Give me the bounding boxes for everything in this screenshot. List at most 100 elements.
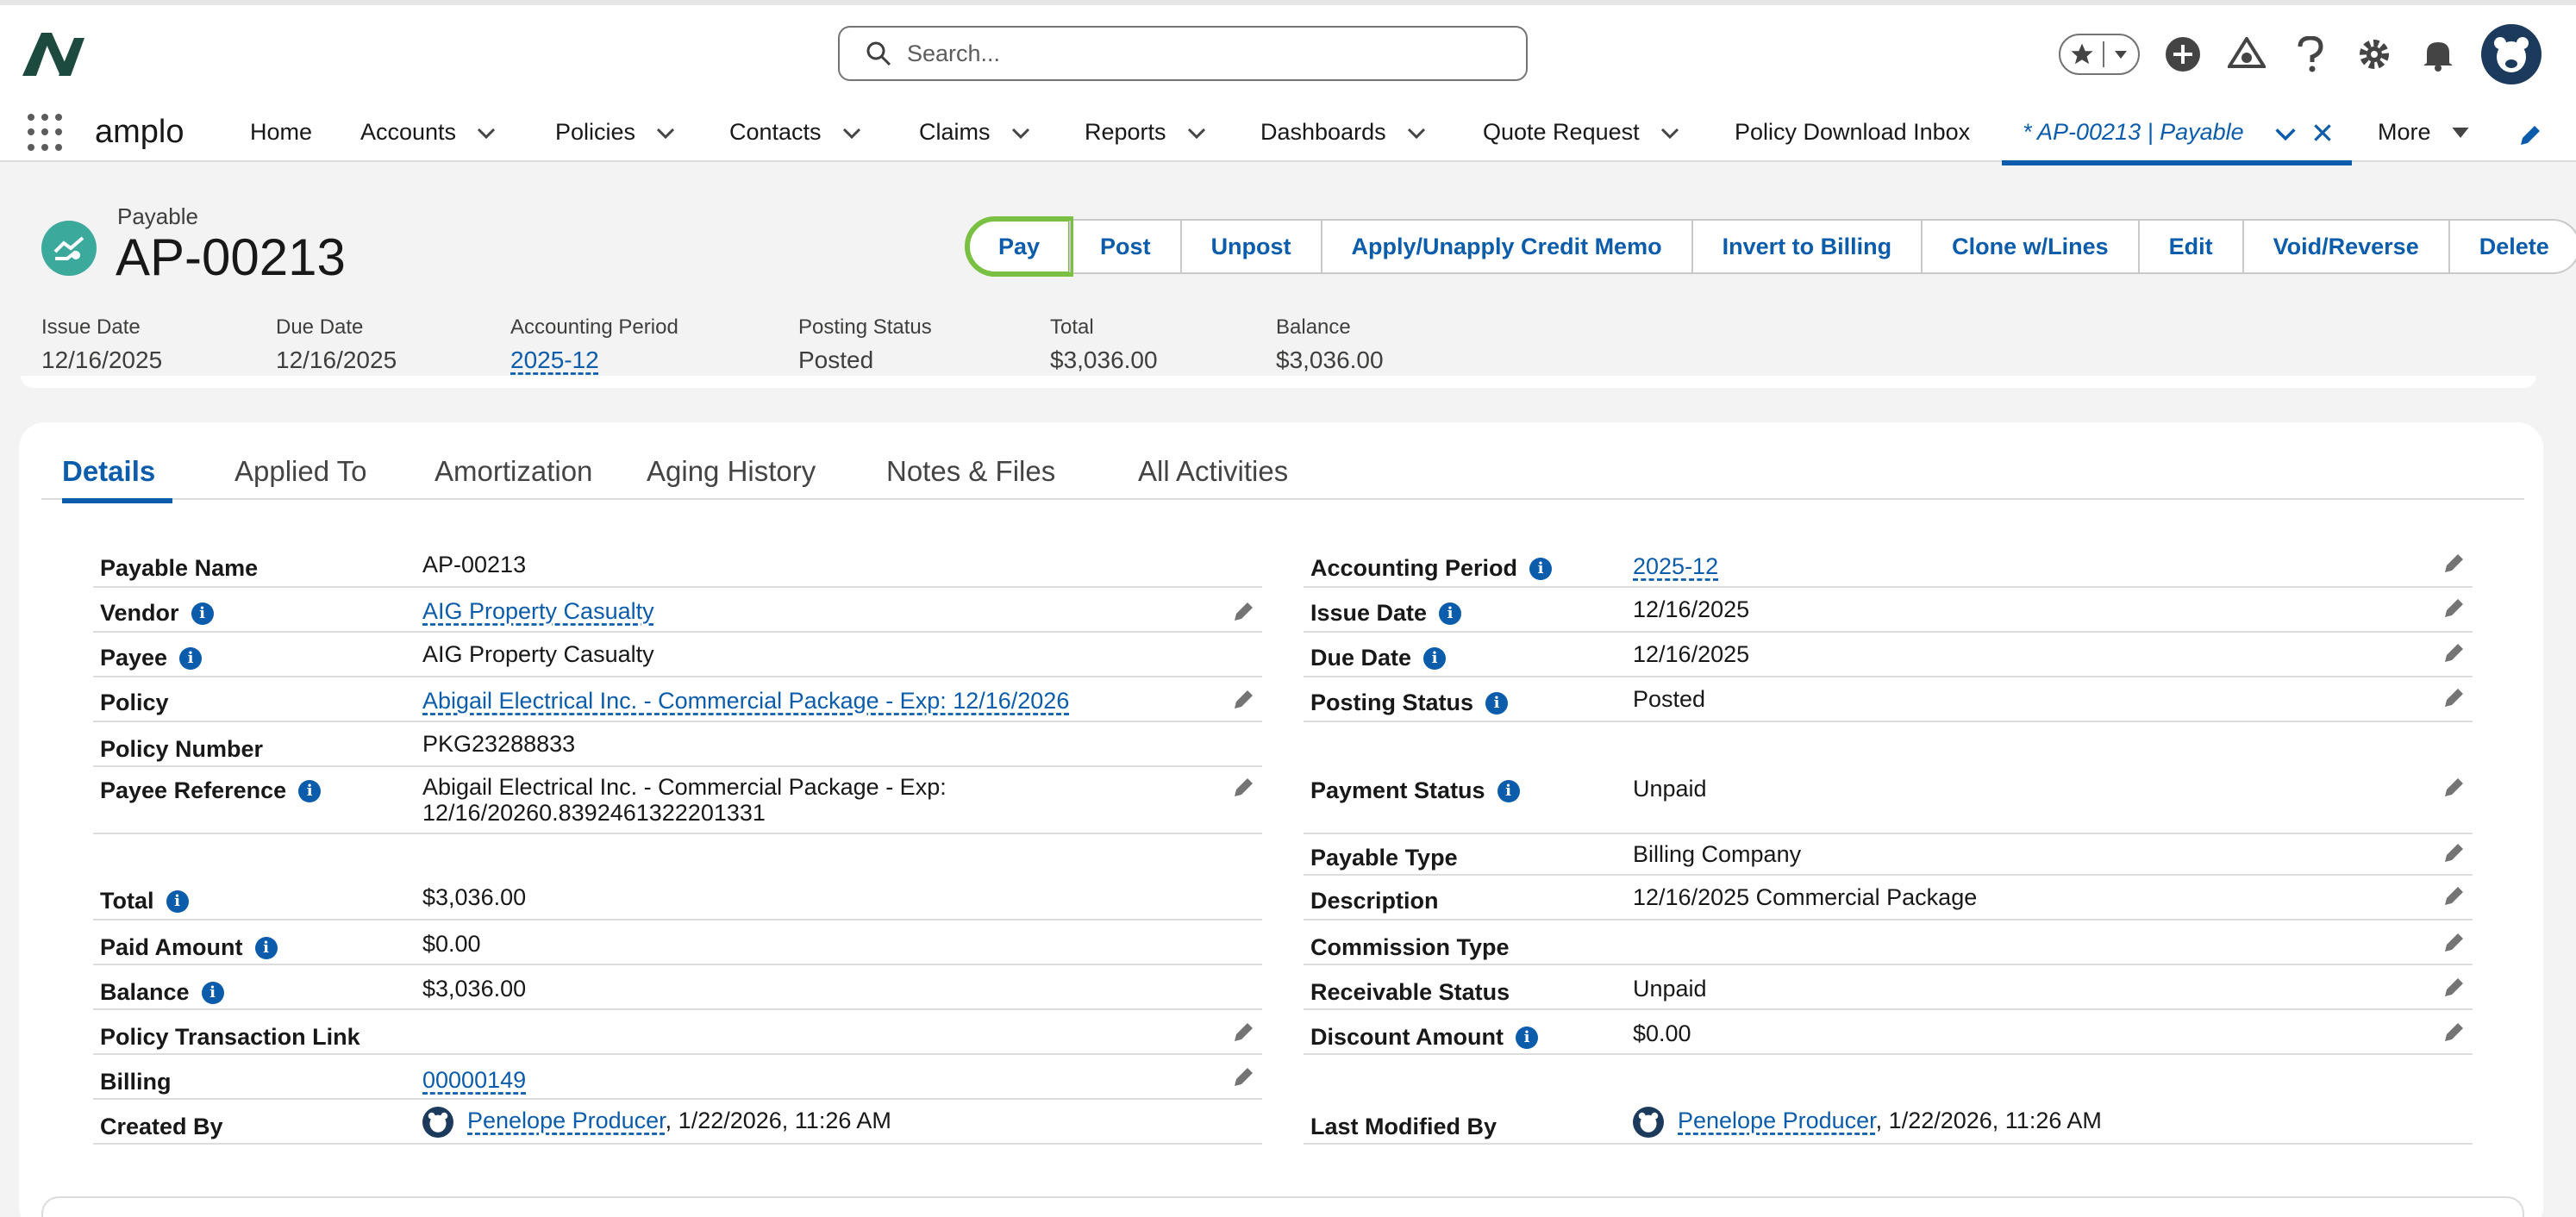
info-icon[interactable]: i [1497,779,1520,802]
info-icon[interactable]: i [1423,646,1447,670]
field-value: 12/16/2025 [1633,596,1750,622]
billing-link[interactable]: 00000149 [422,1067,526,1093]
trailhead-icon[interactable] [2226,34,2267,75]
info-icon[interactable]: i [1529,557,1553,580]
star-icon [2071,43,2093,65]
record-title: AP-00213 [116,228,346,286]
chevron-down-icon[interactable] [2273,121,2298,147]
nav-more[interactable]: More [2378,119,2471,146]
nav-policy-download-inbox[interactable]: Policy Download Inbox [1735,119,1970,146]
pencil-icon[interactable] [2443,931,2466,953]
field-label: Payment Status [1310,777,1485,803]
avatar[interactable] [1633,1107,1664,1138]
search-icon [866,41,891,66]
pencil-icon[interactable] [2443,841,2466,864]
policy-link[interactable]: Abigail Electrical Inc. - Commercial Pac… [422,688,1069,714]
pencil-icon[interactable] [2443,686,2466,708]
chevron-down-icon[interactable] [1405,122,1428,144]
nav-claims[interactable]: Claims [919,119,1032,146]
pencil-icon[interactable] [2443,641,2466,664]
waffle-icon[interactable] [28,114,66,152]
pencil-icon[interactable] [1233,1020,1255,1043]
nav-policies[interactable]: Policies [555,119,677,146]
nav-reports[interactable]: Reports [1085,119,1208,146]
info-icon[interactable]: i [179,646,203,670]
close-icon[interactable] [2310,121,2335,145]
tab-notes-files[interactable]: Notes & Files [886,455,1055,500]
invert-to-billing-button[interactable]: Invert to Billing [1691,221,1922,272]
last-modified-by-user-link[interactable]: Penelope Producer [1678,1108,1876,1133]
chevron-down-icon[interactable] [654,122,677,144]
pencil-icon[interactable] [1233,688,1255,710]
info-icon[interactable]: i [201,981,224,1004]
pencil-icon[interactable] [2443,776,2466,798]
info-icon[interactable]: i [1485,691,1509,715]
pay-button[interactable]: Pay [964,216,1074,277]
tab-details[interactable]: Details [62,455,172,503]
chevron-down-icon[interactable] [475,122,497,144]
field-value: Billing Company [1633,841,1802,867]
nav-tab-ap-00213[interactable]: * AP-00213 | Payable [2002,102,2352,165]
tab-all-activities[interactable]: All Activities [1138,455,1288,500]
avatar[interactable] [422,1107,453,1138]
tab-label: Amortization [435,455,593,487]
nav-contacts[interactable]: Contacts [729,119,863,146]
info-icon[interactable]: i [298,779,322,802]
chevron-down-icon[interactable] [1010,122,1032,144]
add-icon[interactable] [2162,34,2204,75]
apply-unapply-credit-memo-button[interactable]: Apply/Unapply Credit Memo [1320,221,1691,272]
chevron-down-icon[interactable] [841,122,863,144]
tab-applied-to[interactable]: Applied To [234,455,367,500]
avatar-icon[interactable] [2481,24,2542,84]
unpost-button[interactable]: Unpost [1179,221,1321,272]
field-label: Policy Number [100,736,264,762]
pencil-icon[interactable] [2443,596,2466,619]
nav-quote-request[interactable]: Quote Request [1483,119,1681,146]
pencil-icon[interactable] [2517,122,2543,148]
logo-icon[interactable] [21,29,90,78]
favorites-button[interactable] [2059,34,2140,75]
info-icon[interactable]: i [1515,1026,1538,1049]
pencil-icon[interactable] [2443,1020,2466,1043]
pencil-icon[interactable] [1233,600,1255,622]
search-input[interactable]: Search... [838,26,1528,81]
bell-icon[interactable] [2417,34,2459,75]
field-receivable-status: Receivable Status Unpaid [1304,965,2473,1010]
pencil-icon[interactable] [2443,976,2466,998]
field-label: Payable Name [100,555,259,581]
tab-amortization[interactable]: Amortization [435,455,592,500]
edit-button[interactable]: Edit [2137,221,2242,272]
pencil-icon[interactable] [1233,1065,1255,1088]
clone-with-lines-button[interactable]: Clone w/Lines [1921,221,2138,272]
info-icon[interactable]: i [191,602,214,625]
created-by-user-link[interactable]: Penelope Producer [467,1108,666,1133]
pencil-icon[interactable] [2443,552,2466,574]
nav-label: Dashboards [1260,119,1386,145]
field-policy: Policy Abigail Electrical Inc. - Commerc… [93,677,1262,722]
nav-tab-label: * AP-00213 | Payable [2023,119,2244,145]
gear-icon[interactable] [2354,34,2395,75]
record-detail-card: Details Applied To Amortization Aging Hi… [19,422,2543,1217]
nav-home[interactable]: Home [250,119,312,146]
pencil-icon[interactable] [1233,776,1255,798]
accounting-period-link[interactable]: 2025-12 [1633,553,1718,579]
nav-label: Contacts [729,119,822,145]
post-button[interactable]: Post [1069,221,1180,272]
help-icon[interactable] [2290,34,2331,75]
pencil-icon[interactable] [2443,884,2466,907]
field-label: Billing [100,1069,172,1095]
vendor-link[interactable]: AIG Property Casualty [422,598,654,624]
nav-dashboards[interactable]: Dashboards [1260,119,1428,146]
tab-aging-history[interactable]: Aging History [647,455,816,500]
chevron-down-icon[interactable] [1659,122,1681,144]
chevron-down-icon[interactable] [1185,122,1208,144]
accounting-period-link[interactable]: 2025-12 [510,346,599,373]
info-icon[interactable]: i [254,936,278,959]
delete-button[interactable]: Delete [2448,221,2576,272]
field-total: Total i $3,036.00 [93,876,1262,921]
info-icon[interactable]: i [166,889,189,913]
void-reverse-button[interactable]: Void/Reverse [2241,221,2448,272]
info-icon[interactable]: i [1439,602,1462,625]
field-label: Payable Type [1310,845,1458,871]
nav-accounts[interactable]: Accounts [360,119,497,146]
